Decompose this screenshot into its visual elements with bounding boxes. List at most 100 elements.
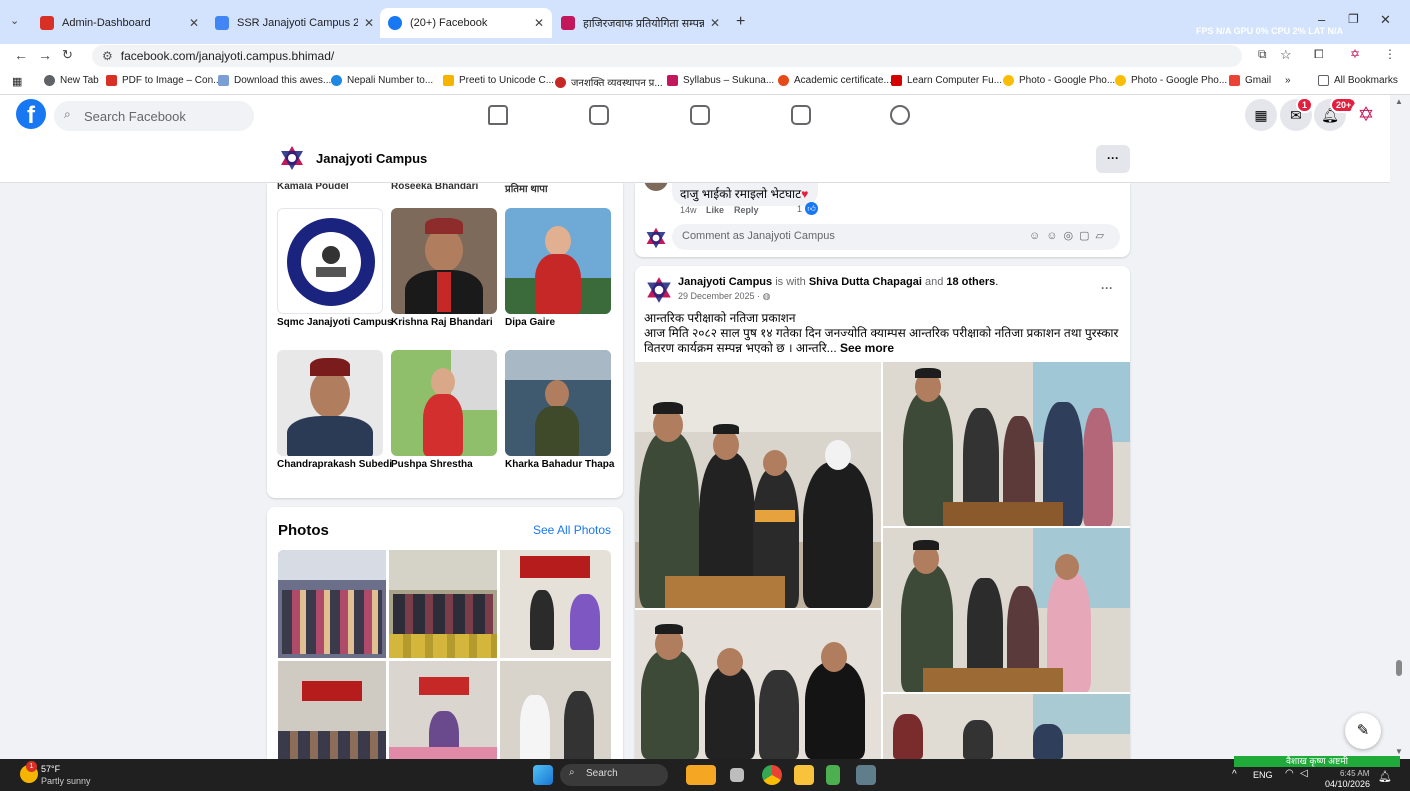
apps-icon[interactable]: ▦	[12, 75, 22, 88]
tagged-others[interactable]: 18 others	[946, 276, 995, 288]
close-icon[interactable]: ✕	[189, 16, 199, 30]
facebook-logo-icon[interactable]: f	[16, 99, 46, 129]
video-icon[interactable]	[690, 105, 710, 125]
extensions-icon[interactable]: ⧠	[1314, 47, 1324, 62]
back-icon[interactable]: ←	[14, 47, 28, 63]
scrollbar-thumb[interactable]	[1396, 660, 1402, 676]
friend-name[interactable]: Kamala Poudel	[277, 183, 349, 192]
language-indicator[interactable]: ENG	[1253, 770, 1273, 780]
post-more-button[interactable]: ···	[1101, 281, 1113, 295]
new-message-button[interactable]: ✎	[1345, 713, 1381, 749]
friend-name[interactable]: Sqmc Janajyoti Campus	[277, 317, 393, 328]
friend-name[interactable]: Kharka Bahadur Thapa	[505, 459, 614, 470]
bookmark-janashakti[interactable]: जनशक्ति व्यवस्थापन प्र...	[555, 75, 663, 89]
page-logo-icon[interactable]	[278, 144, 306, 172]
restore-button[interactable]: ❐	[1348, 12, 1359, 26]
bookmark-google-photos-1[interactable]: Photo - Google Pho...	[1003, 75, 1115, 86]
minimize-button[interactable]: –	[1318, 12, 1325, 27]
weather-temp[interactable]: 57°F	[41, 764, 60, 774]
widgets-icon[interactable]	[686, 765, 716, 785]
bookmark-new-tab[interactable]: New Tab	[44, 75, 99, 86]
cast-icon[interactable]: ⧉	[1258, 47, 1267, 62]
app-window-icon[interactable]	[856, 765, 876, 785]
friend-name[interactable]: Roseeka Bhandari	[391, 183, 478, 192]
tab-ssr-doc[interactable]: SSR Janajyoti Campus 2082.doc ✕	[207, 8, 382, 38]
tab-hajirjawaf[interactable]: हाजिरजवाफ प्रतियोगिता सम्पन्न – Ja ✕	[553, 8, 728, 38]
search-input[interactable]: ⌕ Search Facebook	[54, 101, 254, 131]
clock-time[interactable]: 6:45 AM	[1340, 769, 1369, 778]
bookmarks-overflow[interactable]: »	[1285, 75, 1291, 86]
scroll-down-arrow-icon[interactable]: ▼	[1395, 747, 1403, 756]
bookmark-syllabus[interactable]: Syllabus – Sukuna...	[667, 75, 774, 86]
gaming-icon[interactable]	[890, 105, 910, 125]
bookmark-pdf-to-image[interactable]: PDF to Image – Con...	[106, 75, 222, 86]
post-photo-main[interactable]	[635, 362, 881, 608]
home-icon[interactable]	[488, 105, 508, 125]
comment-reply-button[interactable]: Reply	[734, 205, 759, 215]
start-icon[interactable]	[533, 765, 553, 785]
close-icon[interactable]: ✕	[710, 16, 720, 30]
friend-photo-chandraprakash[interactable]	[277, 350, 383, 456]
sticker-icon[interactable]: ▱	[1096, 230, 1110, 242]
post-photo-4[interactable]	[635, 610, 881, 759]
bookmark-preeti[interactable]: Preeti to Unicode C...	[443, 75, 554, 86]
task-view-icon[interactable]	[730, 768, 744, 782]
marketplace-icon[interactable]	[791, 105, 811, 125]
photo-thumb[interactable]	[278, 661, 386, 767]
forward-icon[interactable]: →	[38, 47, 52, 63]
taskbar-search[interactable]: ⌕ Search	[560, 764, 668, 786]
photo-thumb[interactable]	[389, 550, 497, 658]
file-explorer-icon[interactable]	[794, 765, 814, 785]
volume-icon[interactable]: ◁	[1300, 768, 1308, 779]
comment-like-button[interactable]: Like	[706, 205, 724, 215]
reload-icon[interactable]: ↻	[62, 47, 73, 63]
network-app-icon[interactable]	[826, 765, 840, 785]
friend-name[interactable]: प्रतिमा थापा	[505, 183, 548, 195]
bookmark-star-icon[interactable]: ☆	[1280, 47, 1292, 63]
bookmark-download[interactable]: Download this awes...	[218, 75, 331, 86]
page-more-button[interactable]: ···	[1096, 145, 1130, 173]
bookmark-google-photos-2[interactable]: Photo - Google Pho...	[1115, 75, 1227, 86]
bookmark-academic[interactable]: Academic certificate...	[778, 75, 892, 86]
friend-photo-krishna[interactable]	[391, 208, 497, 314]
friend-photo-kharka[interactable]	[505, 350, 611, 456]
photo-thumb[interactable]	[389, 661, 497, 767]
gif-icon[interactable]: ▢	[1079, 230, 1095, 242]
tab-search-icon[interactable]: ⌄	[10, 14, 19, 27]
tagged-person[interactable]: Shiva Dutta Chapagai	[809, 276, 922, 288]
photo-thumb[interactable]	[500, 550, 611, 658]
avatar-sticker-icon[interactable]: ☺	[1029, 230, 1046, 242]
bookmark-learn-computer[interactable]: Learn Computer Fu...	[891, 75, 1002, 86]
friend-photo-dipa[interactable]	[505, 208, 611, 314]
friend-name[interactable]: Dipa Gaire	[505, 317, 555, 328]
chrome-icon[interactable]	[762, 765, 782, 785]
new-tab-button[interactable]: +	[736, 13, 745, 31]
window-close-button[interactable]: ✕	[1380, 12, 1391, 28]
profile-icon[interactable]: ✡	[1350, 47, 1360, 61]
menu-grid-icon[interactable]: ▦	[1245, 99, 1277, 131]
bookmark-gmail[interactable]: Gmail	[1229, 75, 1271, 86]
close-icon[interactable]: ✕	[534, 16, 544, 30]
post-author[interactable]: Janajyoti Campus	[678, 276, 772, 288]
emoji-icon[interactable]: ☺	[1046, 230, 1063, 242]
clock-date[interactable]: 04/10/2026	[1325, 779, 1370, 789]
camera-icon[interactable]: ◎	[1064, 230, 1080, 242]
url-bar[interactable]: ⚙ facebook.com/janajyoti.campus.bhimad/	[92, 45, 1242, 67]
post-photo-5[interactable]	[883, 694, 1130, 759]
see-all-photos-link[interactable]: See All Photos	[533, 523, 611, 537]
close-icon[interactable]: ✕	[364, 16, 374, 30]
post-photo-2[interactable]	[883, 362, 1130, 526]
tab-admin-dashboard[interactable]: Admin-Dashboard ✕	[32, 8, 207, 38]
bookmark-all[interactable]: All Bookmarks	[1318, 75, 1398, 86]
friend-photo-sqmc[interactable]	[277, 208, 383, 314]
comment-time[interactable]: 14w	[680, 205, 697, 215]
tab-facebook[interactable]: (20+) Facebook ✕	[380, 8, 552, 38]
comment-input[interactable]: Comment as Janajyoti Campus ☺☺◎▢▱	[672, 224, 1120, 250]
bookmark-nepali-number[interactable]: Nepali Number to...	[331, 75, 433, 86]
commenter-avatar[interactable]	[644, 183, 668, 191]
dashboard-icon[interactable]	[589, 105, 609, 125]
post-author-avatar[interactable]	[644, 275, 674, 305]
reaction-count[interactable]: 1	[797, 204, 802, 214]
friend-photo-pushpa[interactable]	[391, 350, 497, 456]
site-info-icon[interactable]: ⚙	[102, 49, 113, 63]
